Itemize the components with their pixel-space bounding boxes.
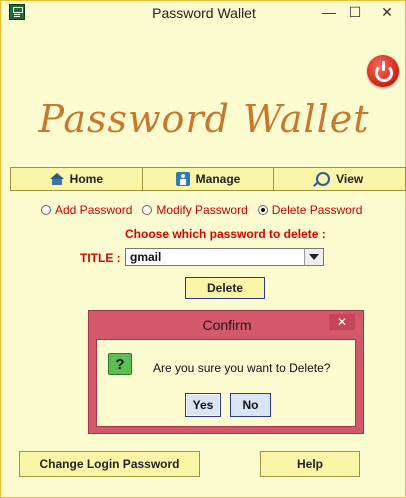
radio-label: Modify Password <box>156 203 248 217</box>
view-label: View <box>336 172 364 186</box>
password-wallet-window: Password Wallet — ☐ ✕ Password Wallet Ho… <box>0 0 406 498</box>
manage-button[interactable]: Manage <box>143 168 275 190</box>
maximize-button[interactable]: ☐ <box>341 3 369 21</box>
chevron-down-icon[interactable] <box>304 249 323 265</box>
power-icon[interactable] <box>367 55 399 87</box>
minimize-button[interactable]: — <box>315 3 343 21</box>
delete-button[interactable]: Delete <box>185 277 265 299</box>
home-icon <box>49 173 64 185</box>
title-bar[interactable]: Password Wallet — ☐ ✕ <box>1 1 405 25</box>
title-label: TITLE : <box>80 251 121 265</box>
dialog-body: ? Are you sure you want to Delete? Yes N… <box>96 339 356 427</box>
search-icon <box>316 172 331 186</box>
home-button[interactable]: Home <box>11 168 143 190</box>
delete-prompt: Choose which password to delete : <box>125 227 326 241</box>
confirm-dialog: Confirm ✕ ? Are you sure you want to Del… <box>88 310 364 434</box>
dialog-close-button[interactable]: ✕ <box>329 314 355 330</box>
manage-icon <box>175 172 190 186</box>
app-logo: Password Wallet <box>38 97 370 141</box>
radio-circle <box>142 205 153 215</box>
mode-radio-group: Add Password Modify Password Delete Pass… <box>41 203 362 217</box>
yes-button[interactable]: Yes <box>185 393 221 417</box>
close-button[interactable]: ✕ <box>373 3 401 21</box>
selected-title: gmail <box>130 250 162 264</box>
manage-label: Manage <box>195 172 241 186</box>
dialog-title[interactable]: Confirm <box>89 317 365 333</box>
home-label: Home <box>69 172 103 186</box>
change-login-password-button[interactable]: Change Login Password <box>19 451 200 477</box>
add-password-radio[interactable]: Add Password <box>41 203 132 217</box>
radio-label: Add Password <box>55 203 133 217</box>
dialog-message: Are you sure you want to Delete? <box>153 361 331 375</box>
modify-password-radio[interactable]: Modify Password <box>142 203 248 217</box>
radio-circle-selected <box>257 205 268 215</box>
view-button[interactable]: View <box>274 168 405 190</box>
no-button[interactable]: No <box>230 393 271 417</box>
radio-circle <box>41 205 51 215</box>
title-select[interactable]: gmail <box>125 248 324 266</box>
help-button[interactable]: Help <box>260 451 360 477</box>
delete-password-radio[interactable]: Delete Password <box>257 203 363 217</box>
nav-bar: Home Manage View <box>10 167 406 191</box>
radio-label: Delete Password <box>271 203 363 217</box>
question-icon: ? <box>108 353 132 375</box>
